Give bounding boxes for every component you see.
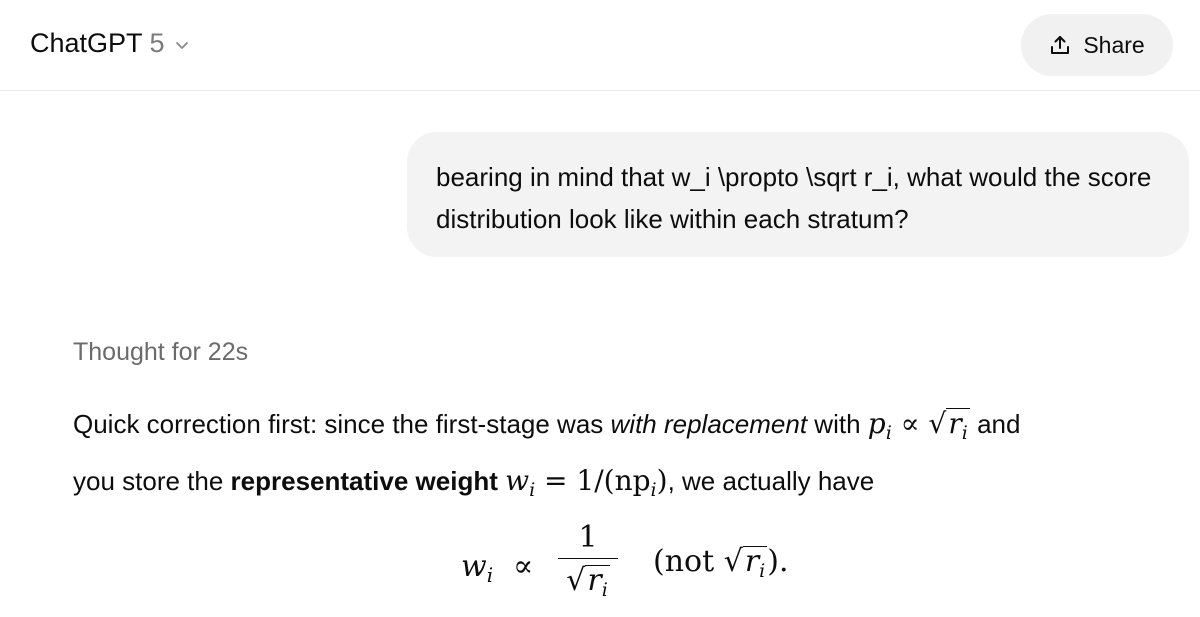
- model-name: ChatGPT: [30, 28, 143, 58]
- math-sub-i: i: [961, 422, 968, 444]
- math-not-open: (not: [653, 544, 724, 579]
- math-sqrt: √ri: [929, 400, 970, 448]
- fraction-numerator: 1: [578, 520, 598, 555]
- math-eq-rhs: = 1/(np: [544, 464, 651, 497]
- math-w: w: [505, 464, 530, 497]
- math-r: r: [744, 544, 760, 579]
- display-math-w: wi: [461, 549, 493, 587]
- answer-text: you store the: [73, 466, 231, 496]
- model-switcher[interactable]: ChatGPT 5: [30, 28, 189, 59]
- share-icon: [1051, 36, 1070, 54]
- math-proportional: ∝: [900, 407, 920, 440]
- answer-text: Quick correction first: since the first-…: [73, 409, 611, 439]
- answer-italic: with replacement: [610, 409, 808, 439]
- math-not-close: ).: [767, 544, 789, 579]
- math-p: p: [867, 407, 886, 440]
- math-w: w: [461, 549, 487, 584]
- share-label: Share: [1083, 31, 1145, 58]
- share-button[interactable]: Share: [1021, 14, 1173, 76]
- inline-math-weight: wi = 1/(npi): [505, 464, 668, 501]
- inline-math-p-prop-sqrt-r: pi ∝ √ri: [867, 407, 970, 444]
- math-r: r: [948, 407, 962, 440]
- answer-text: with: [807, 409, 868, 439]
- thought-duration-toggle[interactable]: Thought for 22s: [73, 338, 248, 367]
- answer-text: , we actually have: [667, 466, 875, 496]
- math-sub-i: i: [529, 479, 536, 501]
- user-message-text: bearing in mind that w_i \propto \sqrt r…: [436, 162, 1152, 234]
- assistant-answer: Quick correction first: since the first-…: [73, 400, 1163, 514]
- answer-bold: representative weight: [230, 466, 498, 496]
- display-math-equation: wi ∝ 1 √ri (not √ri).: [455, 518, 855, 610]
- display-math-fraction: 1 √ri: [558, 518, 618, 603]
- answer-text: and: [969, 409, 1021, 439]
- answer-line-2: you store the representative weight wi =…: [73, 457, 1163, 514]
- math-sub-i: i: [885, 422, 892, 444]
- math-sub-i: i: [759, 560, 766, 582]
- chevron-down-icon: [175, 41, 188, 49]
- display-math-not-clause: (not √ri).: [653, 544, 788, 586]
- math-sub-i: i: [601, 579, 608, 601]
- user-message-bubble: bearing in mind that w_i \propto \sqrt r…: [407, 132, 1189, 257]
- thought-label: Thought for 22s: [73, 338, 249, 366]
- answer-line-1: Quick correction first: since the first-…: [73, 400, 1163, 457]
- model-version: 5: [149, 28, 165, 58]
- top-bar: ChatGPT 5 Share: [0, 0, 1200, 91]
- math-r: r: [587, 563, 602, 598]
- fraction-denominator: √ri: [558, 559, 618, 603]
- math-close-paren: ): [656, 464, 668, 497]
- display-math-proportional: ∝: [513, 549, 534, 584]
- math-sub-i: i: [486, 563, 494, 587]
